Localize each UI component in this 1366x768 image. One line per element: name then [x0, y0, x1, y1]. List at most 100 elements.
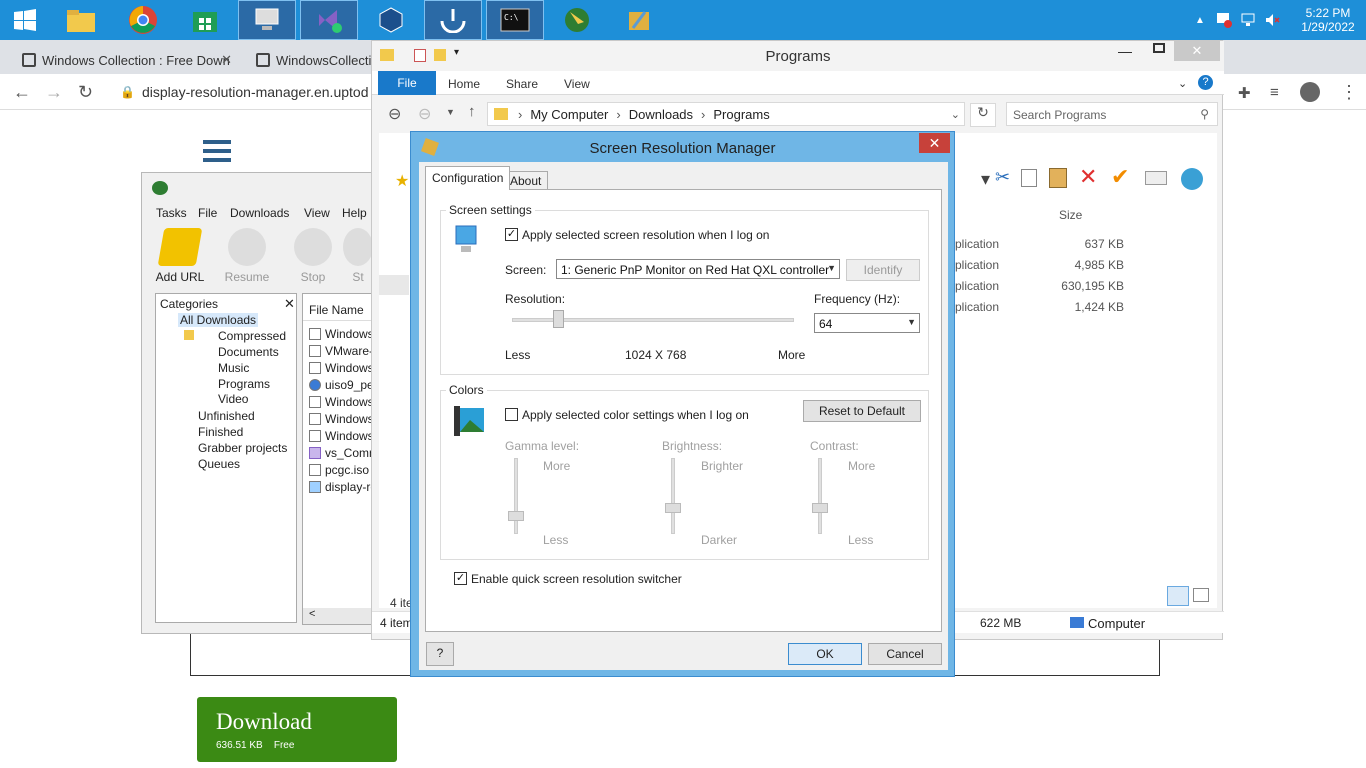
close-icon[interactable]: ✕	[1174, 41, 1220, 61]
screen-select[interactable]: 1: Generic PnP Monitor on Red Hat QXL co…	[556, 259, 840, 279]
ribbon-tab-home[interactable]: Home	[448, 77, 480, 91]
horizontal-scrollbar[interactable]: <	[303, 608, 381, 624]
gamma-slider-thumb[interactable]	[508, 511, 524, 521]
setup-icon[interactable]	[610, 0, 668, 40]
favorites-star-icon[interactable]: ★	[395, 171, 409, 191]
menu-view[interactable]: View	[304, 206, 330, 220]
refresh-icon[interactable]: ↻	[970, 103, 996, 127]
download-button[interactable]: Download 636.51 KB Free	[197, 697, 397, 762]
menu-icon[interactable]: ⋮	[1340, 82, 1358, 103]
reset-to-default-button[interactable]: Reset to Default	[803, 400, 921, 422]
clock[interactable]: 5:22 PM 1/29/2022	[1290, 0, 1366, 40]
file-item[interactable]: display-re	[325, 480, 377, 494]
action-center-icon[interactable]	[1214, 0, 1234, 40]
close-icon[interactable]: ✕	[919, 133, 950, 153]
file-item[interactable]: uiso9_pe.	[325, 378, 377, 392]
contrast-slider[interactable]	[812, 458, 828, 534]
visual-studio-installer-icon[interactable]	[300, 0, 358, 40]
maximize-icon[interactable]	[1153, 43, 1165, 53]
explorer-address-bar[interactable]: › My Computer › Downloads › Programs ⌄	[487, 102, 965, 126]
menu-help[interactable]: Help	[342, 206, 367, 220]
virtualbox-icon[interactable]	[362, 0, 420, 40]
breadcrumb-downloads[interactable]: Downloads	[629, 107, 693, 122]
category-grabber-projects[interactable]: Grabber projects	[198, 441, 287, 455]
details-view-icon[interactable]	[1167, 586, 1189, 606]
cancel-button[interactable]: Cancel	[868, 643, 942, 665]
gamma-slider[interactable]	[508, 458, 524, 534]
apply-resolution-checkbox[interactable]: ✓	[505, 228, 518, 241]
file-item[interactable]: pcgc.iso	[325, 463, 369, 477]
menu-tasks[interactable]: Tasks	[156, 206, 187, 220]
back-icon[interactable]: ←	[13, 82, 31, 103]
file-item[interactable]: Windows	[325, 361, 374, 375]
apply-color-checkbox[interactable]	[505, 408, 518, 421]
category-unfinished[interactable]: Unfinished	[198, 409, 255, 423]
network-icon[interactable]	[1238, 0, 1258, 40]
tab-configuration[interactable]: Configuration	[425, 166, 511, 190]
globe-icon[interactable]	[1181, 168, 1203, 190]
start-icon[interactable]	[0, 0, 50, 40]
file-item[interactable]: Windows	[325, 395, 374, 409]
file-item[interactable]: Windows	[325, 327, 374, 341]
close-icon[interactable]: ✕	[284, 296, 295, 312]
quick-switch-checkbox[interactable]: ✓	[454, 572, 467, 585]
file-item[interactable]: Windows	[325, 412, 374, 426]
computer-management-icon[interactable]	[238, 0, 296, 40]
ok-button[interactable]: OK	[788, 643, 862, 665]
tray-overflow-icon[interactable]: ▲	[1190, 0, 1210, 40]
help-icon[interactable]: ?	[1198, 75, 1213, 90]
category-finished[interactable]: Finished	[198, 425, 243, 439]
cut-icon[interactable]: ✂	[995, 167, 1010, 188]
resolution-slider-thumb[interactable]	[553, 310, 564, 328]
address-dropdown-icon[interactable]: ⌄	[951, 108, 960, 121]
category-music[interactable]: Music	[218, 361, 249, 375]
volume-muted-icon[interactable]	[1262, 0, 1282, 40]
extensions-icon[interactable]: ✚	[1238, 84, 1251, 102]
breadcrumb-my-computer[interactable]: My Computer	[530, 107, 608, 122]
forward-icon[interactable]: ⊖	[418, 104, 431, 124]
category-video[interactable]: Video	[218, 392, 248, 406]
paste-icon[interactable]	[1049, 168, 1067, 188]
tab-close-icon[interactable]: ✕	[221, 52, 232, 68]
large-icons-view-icon[interactable]	[1193, 588, 1209, 602]
ribbon-tab-share[interactable]: Share	[506, 77, 538, 91]
help-icon[interactable]: ?	[426, 642, 454, 666]
brightness-slider[interactable]	[665, 458, 681, 534]
profile-avatar[interactable]	[1300, 82, 1320, 102]
view-options-dropdown-icon[interactable]: ▾	[981, 169, 990, 190]
store-icon[interactable]	[176, 0, 234, 40]
brightness-slider-thumb[interactable]	[665, 503, 681, 513]
category-all-downloads[interactable]: All Downloads	[178, 313, 259, 327]
category-compressed[interactable]: Compressed	[218, 329, 286, 343]
ribbon-tab-file[interactable]: File	[378, 71, 436, 95]
rename-icon[interactable]: ✔	[1111, 164, 1129, 190]
category-queues[interactable]: Queues	[198, 457, 240, 471]
file-item[interactable]: Windows	[325, 429, 374, 443]
category-documents[interactable]: Documents	[218, 345, 279, 359]
address-bar[interactable]: 🔒 display-resolution-manager.en.uptod	[110, 79, 380, 105]
file-name-header[interactable]: File Name	[309, 303, 364, 317]
file-explorer-icon[interactable]	[52, 0, 110, 40]
contrast-slider-thumb[interactable]	[812, 503, 828, 513]
hamburger-menu-icon[interactable]	[203, 140, 231, 162]
browser-tab-2[interactable]: WindowsCollectio	[254, 46, 384, 74]
size-column-header[interactable]: Size	[1059, 208, 1082, 222]
menu-downloads[interactable]: Downloads	[230, 206, 289, 220]
ribbon-expand-icon[interactable]: ⌄	[1178, 77, 1187, 90]
resume-button[interactable]: Resume	[217, 228, 277, 284]
forward-icon[interactable]: →	[45, 82, 63, 103]
copy-icon[interactable]	[1021, 169, 1037, 187]
browser-tab-1[interactable]: Windows Collection : Free Down ✕	[20, 46, 240, 74]
menu-file[interactable]: File	[198, 206, 217, 220]
frequency-select[interactable]: 64 ▼	[814, 313, 920, 333]
delete-icon[interactable]: ✕	[1079, 164, 1097, 190]
up-icon[interactable]: ↑	[468, 103, 476, 120]
idm-icon[interactable]	[548, 0, 606, 40]
recent-dropdown-icon[interactable]: ▼	[446, 107, 455, 117]
add-url-button[interactable]: Add URL	[150, 228, 210, 284]
command-prompt-icon[interactable]: C:\	[486, 0, 544, 40]
identify-button[interactable]: Identify	[846, 259, 920, 281]
category-programs[interactable]: Programs	[218, 377, 270, 391]
idm-install-icon[interactable]	[424, 0, 482, 40]
minimize-icon[interactable]: —	[1118, 43, 1132, 59]
